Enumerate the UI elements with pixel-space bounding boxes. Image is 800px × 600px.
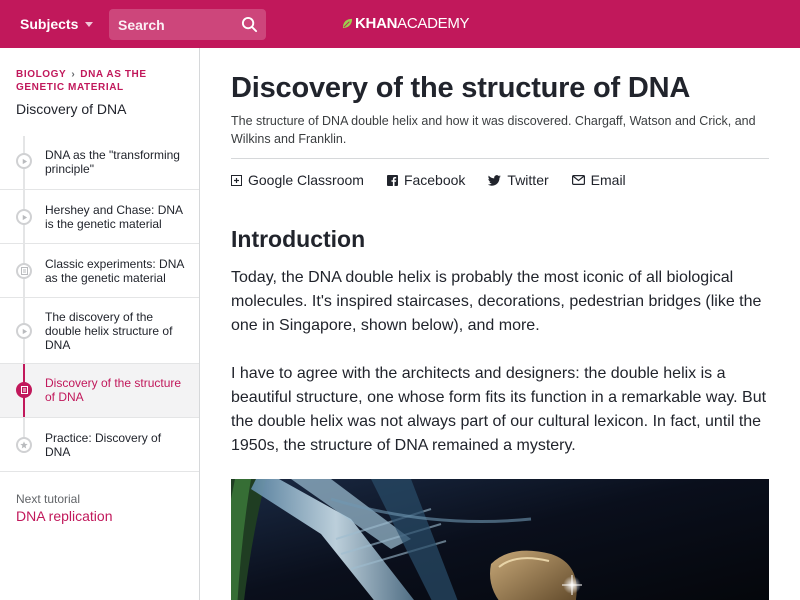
sidebar-item-transforming-principle[interactable]: DNA as the "transforming principle"	[0, 136, 199, 190]
email-icon	[571, 175, 585, 185]
leaf-icon	[342, 18, 353, 29]
chevron-right-icon: ›	[71, 69, 76, 80]
search-icon[interactable]	[241, 16, 258, 33]
khan-academy-logo[interactable]: KHAN ACADEMY	[342, 15, 470, 32]
page-subtitle: The structure of DNA double helix and ho…	[231, 114, 756, 146]
sidebar-item-label: Classic experiments: DNA as the genetic …	[45, 257, 184, 285]
search-box[interactable]	[109, 9, 266, 40]
play-icon	[16, 209, 32, 225]
section-heading: Introduction	[231, 226, 366, 252]
tutorial-sidebar: BIOLOGY › DNA AS THE GENETIC MATERIAL Disc…	[0, 48, 200, 600]
sidebar-item-practice[interactable]: Practice: Discovery of DNA	[0, 418, 199, 472]
search-input[interactable]	[118, 16, 233, 33]
next-tutorial-link[interactable]: DNA replication	[16, 508, 113, 524]
article-icon	[16, 263, 32, 279]
share-google-classroom-button[interactable]: Google Classroom	[231, 172, 364, 188]
tutorial-list: DNA as the "transforming principle" Hers…	[0, 136, 199, 472]
breadcrumb: BIOLOGY › DNA AS THE GENETIC MATERIAL	[16, 68, 194, 94]
tutorial-title: Discovery of DNA	[16, 101, 127, 117]
divider	[231, 158, 769, 159]
helix-bridge-image	[231, 479, 769, 600]
page-title: Discovery of the structure of DNA	[231, 72, 691, 104]
intro-paragraph: Today, the DNA double helix is probably …	[231, 269, 762, 334]
sidebar-item-hershey-chase[interactable]: Hershey and Chase: DNA is the genetic ma…	[0, 190, 199, 244]
next-tutorial-label: Next tutorial	[16, 492, 81, 506]
top-navigation-bar: Subjects KHAN ACADEMY	[0, 0, 800, 48]
next-tutorial: Next tutorial DNA replication	[16, 492, 113, 524]
google-classroom-icon	[231, 174, 242, 186]
sidebar-item-label: Practice: Discovery of DNA	[45, 431, 162, 459]
share-facebook-button[interactable]: Facebook	[386, 172, 466, 188]
share-label: Google Classroom	[248, 172, 364, 188]
share-twitter-button[interactable]: Twitter	[488, 172, 549, 188]
breadcrumb-biology[interactable]: BIOLOGY	[16, 69, 66, 80]
sidebar-item-double-helix-video[interactable]: The discovery of the double helix struct…	[0, 298, 199, 364]
sidebar-item-classic-experiments[interactable]: Classic experiments: DNA as the genetic …	[0, 244, 199, 298]
share-label: Email	[590, 172, 626, 188]
article-icon	[16, 382, 32, 398]
share-bar: Google Classroom Facebook Twitter Email	[231, 172, 649, 188]
logo-text-academy: ACADEMY	[397, 15, 470, 32]
helix-bridge-photo	[231, 479, 769, 600]
body-paragraph: I have to agree with the architects and …	[231, 365, 767, 454]
chevron-down-icon	[85, 21, 94, 27]
star-icon	[16, 437, 32, 453]
subjects-label: Subjects	[20, 16, 79, 32]
play-icon	[16, 323, 32, 339]
facebook-icon	[386, 174, 398, 186]
share-label: Facebook	[403, 172, 466, 188]
logo-text-khan: KHAN	[355, 15, 398, 32]
sidebar-item-label: Hershey and Chase: DNA is the genetic ma…	[45, 203, 183, 231]
sidebar-item-structure-of-dna[interactable]: Discovery of the structure of DNA	[0, 364, 199, 418]
share-label: Twitter	[507, 172, 549, 188]
twitter-icon	[488, 174, 502, 186]
share-email-button[interactable]: Email	[571, 172, 626, 188]
play-icon	[16, 153, 32, 169]
subjects-menu[interactable]: Subjects	[20, 0, 94, 48]
